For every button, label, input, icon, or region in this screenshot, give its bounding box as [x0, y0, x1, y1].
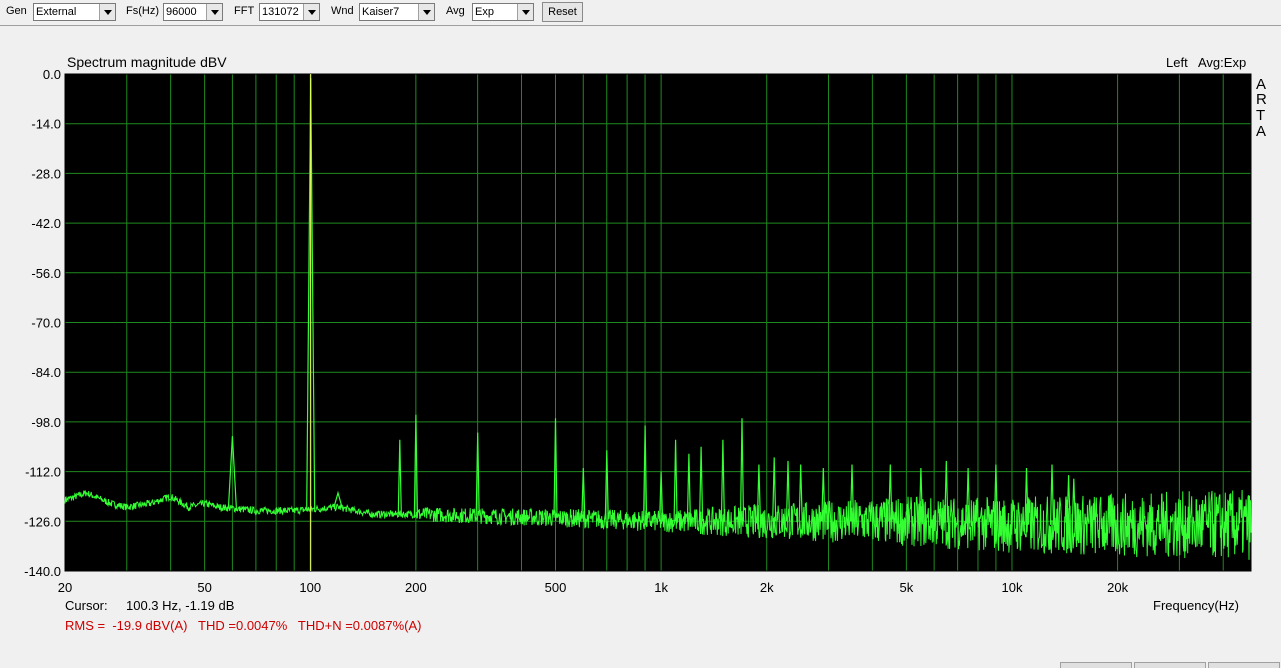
x-tick-label: 1k: [654, 580, 668, 595]
window-value: Kaiser7: [362, 6, 400, 18]
x-tick-label: 500: [545, 580, 567, 595]
fft-size-value: 131072: [262, 6, 299, 18]
y-tick-label: -70.0: [31, 316, 61, 331]
x-axis-label: Frequency(Hz): [1153, 598, 1239, 613]
x-tick-label: 50: [197, 580, 211, 595]
y-tick-label: -140.0: [24, 564, 61, 579]
watermark-letter: T: [1256, 107, 1265, 124]
watermark-letter: A: [1256, 123, 1266, 140]
x-tick-labels: 20 50 100 200 500 1k 2k 5k 10k 20k: [58, 580, 1129, 595]
avg-label: Avg: [446, 5, 465, 17]
y-tick-label: -98.0: [31, 415, 61, 430]
window-select[interactable]: Kaiser7: [359, 3, 435, 21]
x-tick-label: 20: [58, 580, 72, 595]
y-tick-label: -14.0: [31, 117, 61, 132]
cursor-readout: 100.3 Hz, -1.19 dB: [126, 598, 234, 613]
spectrum-chart[interactable]: 0.0 -14.0 -28.0 -42.0 -56.0 -70.0 -84.0 -98.0 -1…: [0, 26, 1281, 641]
gen-label: Gen: [6, 5, 27, 17]
measurement-readout: RMS = -19.9 dBV(A) THD =0.0047% THD+N =0…: [65, 618, 421, 633]
y-tick-label: -42.0: [31, 216, 61, 231]
chevron-down-icon[interactable]: [303, 4, 319, 20]
reset-button[interactable]: Reset: [542, 2, 583, 22]
spectrum-chart-panel: 0.0 -14.0 -28.0 -42.0 -56.0 -70.0 -84.0 -98.0 -1…: [0, 26, 1281, 668]
watermark-letter: R: [1256, 91, 1267, 108]
generator-select[interactable]: External: [33, 3, 116, 21]
y-tick-label: -56.0: [31, 266, 61, 281]
y-tick-label: -112.0: [25, 465, 61, 480]
wnd-label: Wnd: [331, 5, 354, 17]
averaging-select[interactable]: Exp: [472, 3, 534, 21]
x-tick-label: 5k: [899, 580, 913, 595]
averaging-value: Exp: [475, 6, 494, 18]
bottom-tab[interactable]: [1208, 662, 1280, 668]
x-tick-label: 100: [299, 580, 321, 595]
chart-title: Spectrum magnitude dBV: [67, 54, 227, 70]
fft-size-select[interactable]: 131072: [259, 3, 320, 21]
sample-rate-select[interactable]: 96000: [163, 3, 223, 21]
y-tick-label: 0.0: [43, 67, 61, 82]
bottom-tab[interactable]: [1134, 662, 1206, 668]
sample-rate-value: 96000: [166, 6, 197, 18]
chevron-down-icon[interactable]: [517, 4, 533, 20]
chevron-down-icon[interactable]: [206, 4, 222, 20]
y-tick-label: -28.0: [31, 166, 61, 181]
chevron-down-icon[interactable]: [418, 4, 434, 20]
y-tick-labels: 0.0 -14.0 -28.0 -42.0 -56.0 -70.0 -84.0 -98.0 -1…: [24, 67, 61, 579]
avg-mode-label: Avg:Exp: [1198, 55, 1246, 70]
toolbar: Gen External Fs(Hz) 96000 FFT 131072 Wnd…: [0, 0, 1281, 26]
x-tick-label: 10k: [1001, 580, 1022, 595]
y-tick-label: -84.0: [31, 365, 61, 380]
x-tick-label: 2k: [760, 580, 774, 595]
generator-value: External: [36, 6, 77, 18]
fft-label: FFT: [234, 5, 255, 17]
x-tick-label: 20k: [1107, 580, 1128, 595]
x-tick-label: 200: [405, 580, 427, 595]
y-tick-label: -126.0: [24, 514, 61, 529]
fs-label: Fs(Hz): [126, 5, 159, 17]
bottom-tab[interactable]: [1060, 662, 1132, 668]
cursor-label: Cursor:: [65, 598, 108, 613]
channel-label: Left: [1166, 55, 1188, 70]
chevron-down-icon[interactable]: [99, 4, 115, 20]
